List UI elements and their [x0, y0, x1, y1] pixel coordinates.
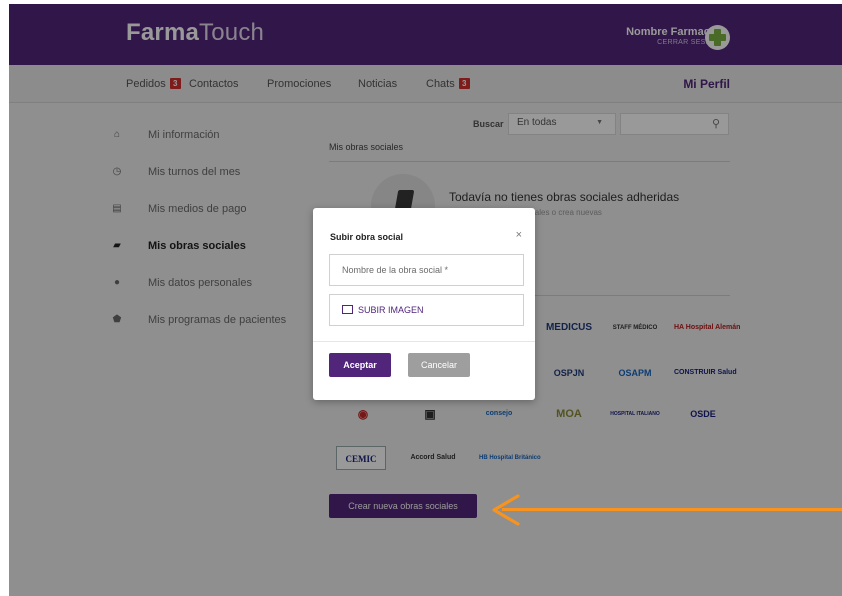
modal-title: Subir obra social [330, 232, 404, 242]
upload-social-work-modal: Subir obra social × SUBIR IMAGEN Aceptar… [313, 208, 535, 400]
social-work-name-input[interactable] [329, 254, 524, 286]
image-icon [342, 305, 353, 314]
divider [313, 341, 535, 342]
annotation-arrow-shaft [502, 508, 842, 511]
close-icon[interactable]: × [516, 229, 522, 241]
upload-image-button[interactable]: SUBIR IMAGEN [329, 294, 524, 326]
app-frame: FarmaTouch Nombre Farmacia CERRAR SESIÓN… [9, 4, 842, 596]
upload-image-label: SUBIR IMAGEN [358, 305, 424, 315]
annotation-arrow-head-icon [492, 494, 520, 526]
cancel-button[interactable]: Cancelar [408, 353, 470, 377]
accept-button[interactable]: Aceptar [329, 353, 391, 377]
